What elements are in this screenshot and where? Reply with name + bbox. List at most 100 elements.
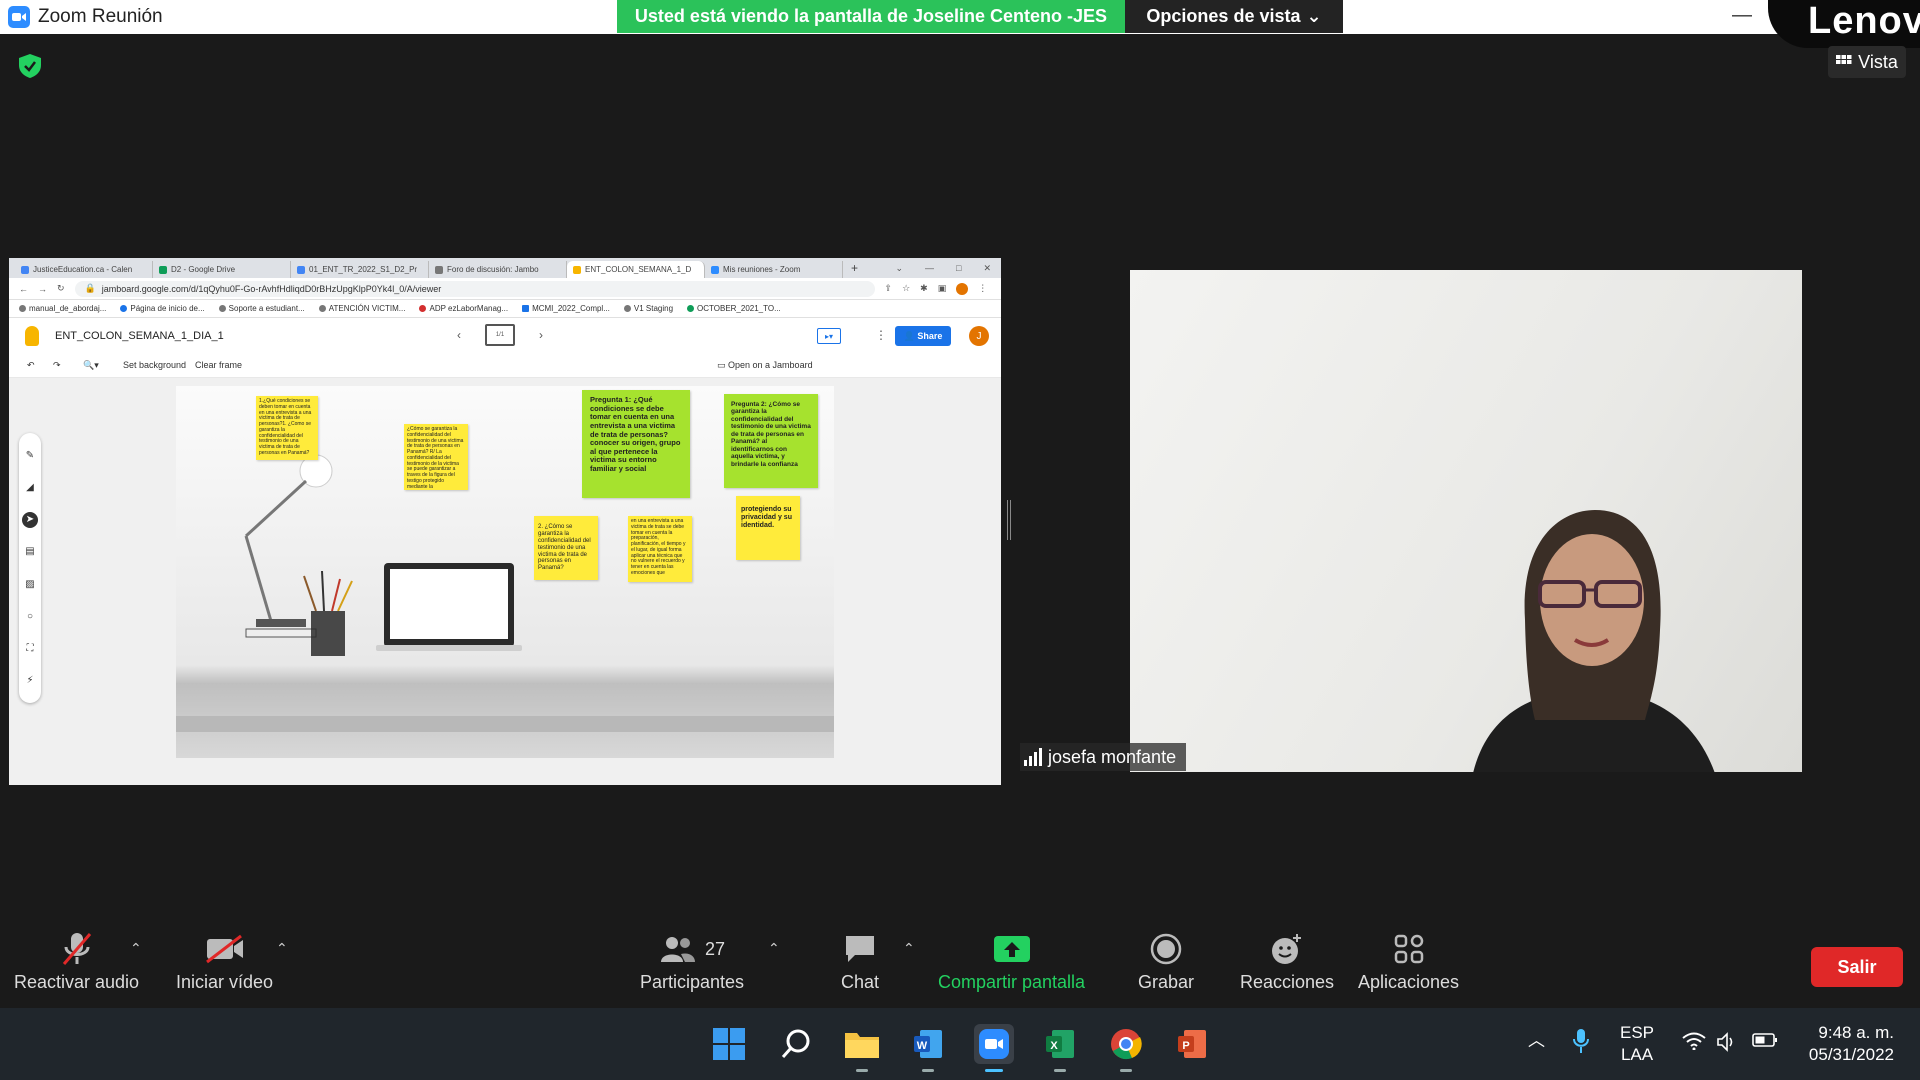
url-field[interactable]: 🔒 jamboard.google.com/d/1qQyhu0F-Go-rAvh… xyxy=(74,280,875,297)
more-options-icon[interactable]: ⋮ xyxy=(875,328,887,342)
chat-options-chevron-icon[interactable]: ⌃ xyxy=(903,940,915,957)
sticky-note-icon[interactable]: ▤ xyxy=(22,544,38,560)
close-icon[interactable]: ✕ xyxy=(983,263,991,274)
chevron-down-icon[interactable]: ⌄ xyxy=(895,263,903,274)
chrome-button[interactable] xyxy=(1106,1024,1146,1072)
profile-avatar[interactable] xyxy=(956,282,969,295)
video-options-chevron-icon[interactable]: ⌃ xyxy=(276,940,288,957)
jamboard-frame[interactable]: 1.¿Qué condiciones se deben tomar en cue… xyxy=(176,386,834,758)
search-button[interactable] xyxy=(776,1024,816,1064)
bookmark-item[interactable]: V1 Staging xyxy=(623,304,673,313)
split-view-divider[interactable] xyxy=(1007,500,1011,540)
lock-icon: 🔒 xyxy=(84,283,96,293)
new-tab-button[interactable]: + xyxy=(843,261,866,278)
bookmark-item[interactable]: OCTOBER_2021_TO... xyxy=(687,304,781,313)
present-icon[interactable]: ▸▾ xyxy=(817,328,841,344)
select-icon[interactable]: ➤ xyxy=(22,511,38,528)
bookmark-item[interactable]: Página de inicio de... xyxy=(120,304,205,313)
share-page-icon[interactable]: ⇪ xyxy=(885,283,893,294)
set-background-button[interactable]: Set background xyxy=(123,360,186,370)
bookmark-item[interactable]: ATENCIÓN VICTIM... xyxy=(318,304,405,313)
start-button[interactable] xyxy=(709,1024,749,1064)
chat-button[interactable]: Chat xyxy=(841,926,879,993)
wifi-icon[interactable] xyxy=(1682,1032,1706,1056)
vista-button[interactable]: Vista xyxy=(1828,46,1906,78)
input-language[interactable]: ESP LAA xyxy=(1620,1022,1654,1066)
browser-tab[interactable]: Mis reuniones - Zoom xyxy=(705,261,843,278)
participant-video[interactable] xyxy=(1130,270,1802,772)
back-icon[interactable]: ← xyxy=(19,284,28,294)
leave-button[interactable]: Salir xyxy=(1811,947,1903,987)
browser-tab[interactable]: JusticeEducation.ca - Calen xyxy=(15,261,153,278)
browser-tab-active[interactable]: ENT_COLON_SEMANA_1_D xyxy=(567,261,705,278)
share-screen-button[interactable]: Compartir pantalla xyxy=(938,926,1085,993)
apps-button[interactable]: Aplicaciones xyxy=(1358,926,1459,993)
minimize-icon[interactable]: — xyxy=(925,263,934,274)
sticky-note[interactable]: 1.¿Qué condiciones se deben tomar en cue… xyxy=(256,396,318,460)
sticky-note[interactable]: en una entrevista a una victima de trata… xyxy=(628,516,692,582)
volume-icon[interactable] xyxy=(1716,1032,1738,1058)
browser-tab[interactable]: Foro de discusión: Jambo xyxy=(429,261,567,278)
pen-icon[interactable]: ✎ xyxy=(22,447,38,463)
reload-icon[interactable]: ↻ xyxy=(57,283,65,294)
running-indicator xyxy=(985,1069,1003,1072)
participants-button[interactable]: 27 Participantes xyxy=(640,926,744,993)
reactions-button[interactable]: Reacciones xyxy=(1240,926,1334,993)
shield-icon[interactable] xyxy=(16,52,44,80)
sidebar-icon[interactable]: ▣ xyxy=(938,283,947,294)
frame-thumbnail[interactable]: 1/1 xyxy=(485,324,515,346)
forward-icon[interactable]: → xyxy=(38,284,47,294)
battery-icon[interactable] xyxy=(1752,1032,1778,1054)
unmute-button[interactable]: Reactivar audio xyxy=(14,926,139,993)
sticky-note[interactable]: Pregunta 1: ¿Qué condiciones se debe tom… xyxy=(582,390,690,498)
undo-icon[interactable]: ↶ xyxy=(27,360,35,371)
open-on-jamboard-button[interactable]: ▭ Open on a Jamboard xyxy=(717,360,813,371)
laser-icon[interactable]: ⚡ xyxy=(22,673,38,689)
redo-icon[interactable]: ↷ xyxy=(53,360,61,371)
bookmark-label: Soporte a estudiant... xyxy=(228,304,305,313)
file-explorer-button[interactable] xyxy=(842,1024,882,1072)
participants-options-chevron-icon[interactable]: ⌃ xyxy=(768,940,780,957)
bookmark-item[interactable]: MCMI_2022_Compl... xyxy=(522,304,610,313)
sticky-note[interactable]: ¿Cómo se garantiza la confidencialidad d… xyxy=(404,424,468,490)
next-frame-icon[interactable]: › xyxy=(539,328,543,342)
chevron-up-icon[interactable]: ︿ xyxy=(1528,1030,1545,1052)
bookmark-item[interactable]: manual_de_abordaj... xyxy=(19,304,106,313)
bookmark-item[interactable]: ADP ezLaborManag... xyxy=(419,304,508,313)
maximize-icon[interactable]: □ xyxy=(956,263,961,274)
language-code: ESP xyxy=(1620,1023,1655,1042)
prev-frame-icon[interactable]: ‹ xyxy=(457,328,461,342)
avatar[interactable]: J xyxy=(969,326,989,346)
system-clock[interactable]: 9:48 a. m. 05/31/2022 xyxy=(1798,1022,1894,1066)
powerpoint-button[interactable]: P xyxy=(1172,1024,1212,1064)
zoom-icon[interactable]: 🔍▾ xyxy=(83,360,99,371)
bookmark-item[interactable]: Soporte a estudiant... xyxy=(218,304,305,313)
image-icon[interactable]: ▨ xyxy=(22,576,38,592)
star-icon[interactable]: ☆ xyxy=(902,283,910,294)
view-options-button[interactable]: Opciones de vista ⌄ xyxy=(1125,0,1343,33)
audio-options-chevron-icon[interactable]: ⌃ xyxy=(130,940,142,957)
browser-tab[interactable]: 01_ENT_TR_2022_S1_D2_Pr xyxy=(291,261,429,278)
running-indicator xyxy=(1054,1069,1066,1072)
excel-button[interactable]: X xyxy=(1040,1024,1080,1072)
sticky-note[interactable]: protegiendo su privacidad y su identidad… xyxy=(736,496,800,560)
sticky-note[interactable]: Pregunta 2: ¿Cómo se garantiza la confid… xyxy=(724,394,818,488)
word-button[interactable]: W xyxy=(908,1024,948,1072)
share-screen-label: Compartir pantalla xyxy=(938,972,1086,992)
sticky-note[interactable]: 2. ¿Cómo se garantiza la confidencialida… xyxy=(534,516,598,580)
text-box-icon[interactable]: ⛶ xyxy=(22,641,38,657)
browser-tab[interactable]: D2 - Google Drive xyxy=(153,261,291,278)
clear-frame-button[interactable]: Clear frame xyxy=(195,360,242,370)
microphone-icon[interactable] xyxy=(1572,1028,1590,1060)
eraser-icon[interactable]: ◢ xyxy=(22,479,38,495)
minimize-button[interactable]: — xyxy=(1732,4,1752,27)
participants-count: 27 xyxy=(705,938,726,959)
zoom-taskbar-button[interactable] xyxy=(974,1024,1014,1072)
start-video-button[interactable]: Iniciar vídeo xyxy=(176,926,273,993)
circle-icon[interactable]: ○ xyxy=(22,608,38,624)
jamboard-title[interactable]: ENT_COLON_SEMANA_1_DIA_1 xyxy=(55,330,224,342)
share-button[interactable]: 👤 Share xyxy=(895,326,951,346)
extensions-icon[interactable]: ✱ xyxy=(920,283,928,294)
menu-icon[interactable]: ⋮ xyxy=(978,283,995,294)
record-button[interactable]: Grabar xyxy=(1138,926,1194,993)
